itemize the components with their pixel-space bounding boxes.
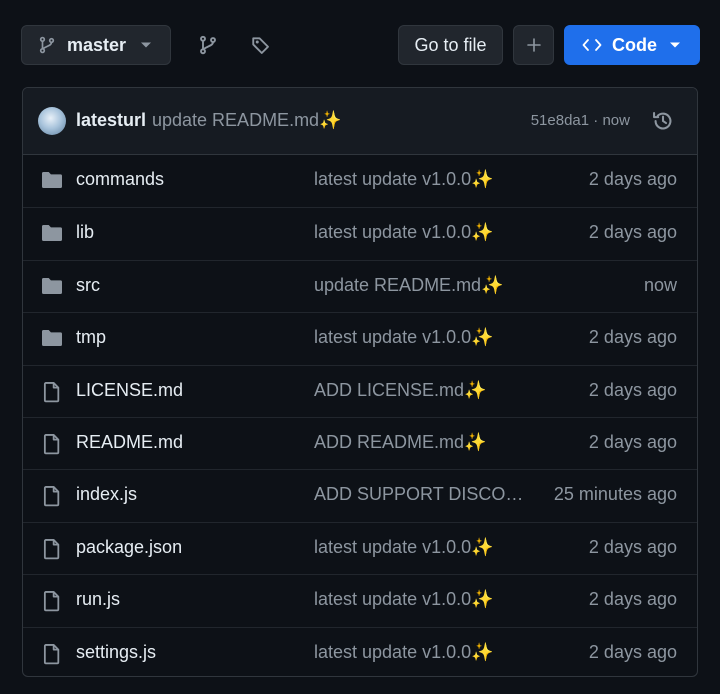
go-to-file-label: Go to file [414, 34, 487, 55]
go-to-file-button[interactable]: Go to file [398, 25, 503, 65]
file-list: latesturl update README.md✨ 51e8da1 · no… [22, 87, 698, 677]
file-name[interactable]: lib [76, 222, 94, 243]
commit-sha[interactable]: 51e8da1 [531, 112, 589, 129]
commit-age: 2 days ago [588, 536, 677, 557]
file-row[interactable]: commands latest update v1.0.0✨ 2 days ago [23, 155, 697, 207]
file-row[interactable]: settings.js latest update v1.0.0✨ 2 days a… [23, 626, 697, 676]
commit-age: 2 days ago [588, 431, 677, 452]
file-name[interactable]: package.json [76, 537, 182, 558]
folder-icon [41, 170, 63, 190]
commit-author[interactable]: latesturl [76, 110, 146, 131]
tag-icon[interactable] [246, 30, 276, 60]
commit-age: 2 days ago [588, 169, 677, 189]
caret-down-icon [140, 41, 152, 49]
file-name[interactable]: README.md [76, 432, 183, 453]
file-row[interactable]: lib latest update v1.0.0✨ 2 days ago [23, 207, 697, 259]
file-name[interactable]: settings.js [76, 642, 156, 663]
commit-age: now [643, 274, 677, 295]
commit-meta: 51e8da1 · now [531, 112, 630, 129]
commit-message[interactable]: ADD LICENSE.md✨ [314, 380, 534, 401]
commit-message[interactable]: latest update v1.0.0✨ [314, 327, 534, 348]
file-row[interactable]: LICENSE.md ADD LICENSE.md✨ 2 days ago [23, 364, 697, 417]
code-button[interactable]: Code [564, 25, 700, 65]
commit-age: 2 days ago [588, 222, 677, 243]
file-icon [41, 643, 63, 665]
commit-message[interactable]: latest update v1.0.0✨ [314, 589, 534, 610]
commit-message[interactable]: latest update v1.0.0✨ [314, 537, 534, 558]
file-row[interactable]: index.js ADD SUPPORT DISCORD… 25 minutes a… [23, 469, 697, 521]
commit-message[interactable]: latest update v1.0.0✨ [314, 642, 534, 663]
folder-icon [41, 328, 63, 348]
commit-message[interactable]: ADD SUPPORT DISCORD… [314, 484, 534, 505]
latest-commit-bar: latesturl update README.md✨ 51e8da1 · no… [23, 88, 697, 155]
file-row[interactable]: run.js latest update v1.0.0✨ 2 days ago [23, 574, 697, 626]
branch-name: master [67, 34, 127, 55]
file-name[interactable]: run.js [76, 589, 120, 610]
folder-icon [41, 223, 63, 243]
plus-icon [526, 37, 542, 53]
file-row[interactable]: src update README.md✨ now [23, 259, 697, 312]
commit-message[interactable]: ADD README.md✨ [314, 432, 534, 453]
git-branch-icon [38, 36, 56, 54]
file-icon [41, 381, 63, 403]
file-name[interactable]: LICENSE.md [76, 380, 183, 401]
commit-message[interactable]: latest update v1.0.0✨ [314, 169, 534, 190]
commit-message[interactable]: latest update v1.0.0✨ [314, 222, 534, 243]
avatar[interactable] [38, 107, 66, 135]
file-icon [41, 590, 63, 612]
commit-time: now [602, 112, 630, 129]
file-icon [41, 485, 63, 507]
branch-select-button[interactable]: master [21, 25, 171, 65]
file-row[interactable]: README.md ADD README.md✨ 2 days ago [23, 416, 697, 469]
file-row[interactable]: tmp latest update v1.0.0✨ 2 days ago [23, 312, 697, 364]
file-icon [41, 538, 63, 560]
commit-message[interactable]: update README.md✨ [152, 110, 341, 131]
file-name[interactable]: commands [76, 169, 164, 190]
file-name[interactable]: tmp [76, 327, 106, 348]
commit-message[interactable]: update README.md✨ [314, 275, 534, 296]
commit-age: 2 days ago [588, 379, 677, 400]
commit-age: 2 days ago [588, 641, 677, 662]
separator: · [593, 112, 599, 129]
commit-age: 2 days ago [588, 327, 677, 348]
file-name[interactable]: index.js [76, 484, 137, 505]
code-brackets-icon [582, 38, 602, 52]
file-name[interactable]: src [76, 275, 100, 296]
file-icon [41, 433, 63, 455]
branches-icon[interactable] [193, 30, 223, 60]
file-row[interactable]: package.json latest update v1.0.0✨ 2 days … [23, 521, 697, 574]
code-label: Code [612, 34, 657, 55]
folder-icon [41, 276, 63, 296]
history-icon[interactable] [652, 110, 674, 132]
commit-age: 25 minutes ago [553, 484, 677, 505]
caret-down-icon [669, 41, 681, 49]
file-rows: commands latest update v1.0.0✨ 2 days ago l… [23, 155, 697, 676]
add-file-button[interactable] [513, 25, 554, 65]
commit-age: 2 days ago [588, 589, 677, 610]
